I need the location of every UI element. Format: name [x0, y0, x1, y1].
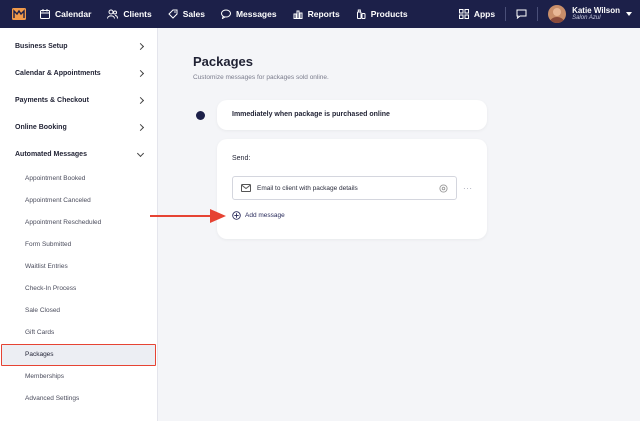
chevron-down-icon [136, 149, 145, 157]
settings-sidebar: Business Setup Calendar & Appointments P… [0, 28, 158, 421]
nav-reports-label: Reports [307, 9, 340, 19]
chat-icon[interactable] [516, 9, 527, 19]
sidebar-section-online-booking[interactable]: Online Booking [15, 123, 145, 132]
sidebar-item-appointment-booked[interactable]: Appointment Booked [25, 175, 85, 182]
nav-messages-label: Messages [235, 9, 277, 19]
user-name: Katie Wilson [572, 5, 620, 15]
chevron-right-icon [136, 42, 145, 51]
sidebar-section-label: Online Booking [15, 124, 67, 131]
apps-label: Apps [473, 9, 496, 19]
chevron-right-icon [136, 69, 145, 78]
logo-icon[interactable] [12, 8, 26, 20]
nav-sales[interactable]: Sales [168, 0, 205, 28]
add-message-label: Add message [245, 212, 285, 219]
trigger-text: Immediately when package is purchased on… [232, 111, 390, 118]
chart-icon [293, 10, 303, 19]
nav-divider [537, 7, 539, 21]
nav-clients-label: Clients [123, 9, 152, 19]
send-label: Send: [232, 155, 251, 162]
page-subtitle: Customize messages for packages sold onl… [193, 74, 329, 81]
trigger-card: Immediately when package is purchased on… [217, 100, 487, 130]
sidebar-section-calendar-appointments[interactable]: Calendar & Appointments [15, 69, 145, 78]
sidebar-item-advanced-settings[interactable]: Advanced Settings [25, 395, 79, 402]
message-template-field[interactable]: Email to client with package details [232, 176, 457, 200]
gear-icon[interactable] [439, 183, 448, 193]
message-template-label: Email to client with package details [257, 184, 358, 192]
sidebar-item-waitlist-entries[interactable]: Waitlist Entries [25, 263, 68, 270]
nav-sales-label: Sales [182, 9, 205, 19]
sidebar-item-appointment-canceled[interactable]: Appointment Canceled [25, 197, 91, 204]
add-message-button[interactable]: Add message [232, 211, 285, 220]
more-options-icon[interactable]: ··· [463, 184, 473, 193]
sidebar-item-sale-closed[interactable]: Sale Closed [25, 307, 60, 314]
avatar [548, 5, 567, 23]
chevron-right-icon [136, 123, 145, 132]
sidebar-section-label: Calendar & Appointments [15, 70, 101, 77]
sidebar-item-memberships[interactable]: Memberships [25, 373, 64, 380]
sidebar-item-form-submitted[interactable]: Form Submitted [25, 241, 71, 248]
sidebar-item-check-in-process[interactable]: Check-In Process [25, 285, 76, 292]
nav-calendar-label: Calendar [55, 9, 92, 19]
annotation-arrow-icon [150, 209, 226, 223]
nav-reports[interactable]: Reports [293, 0, 340, 28]
send-card: Send: Email to client with package detai… [217, 139, 487, 239]
nav-divider [505, 7, 507, 21]
users-icon [107, 9, 119, 19]
apps-button[interactable]: Apps [458, 9, 496, 19]
bottle-icon [356, 9, 366, 19]
sidebar-item-label: Packages [25, 351, 54, 358]
top-navigation: Calendar Clients Sales Messages Reports … [0, 0, 640, 28]
message-icon [220, 9, 231, 19]
sidebar-section-business-setup[interactable]: Business Setup [15, 42, 145, 51]
sidebar-section-label: Automated Messages [15, 151, 87, 158]
nav-products[interactable]: Products [356, 0, 408, 28]
user-business: Salon Azul [572, 15, 601, 22]
sidebar-section-payments-checkout[interactable]: Payments & Checkout [15, 96, 145, 105]
nav-messages[interactable]: Messages [220, 0, 277, 28]
sidebar-item-packages[interactable]: Packages [1, 344, 156, 366]
user-menu[interactable]: Katie Wilson Salon Azul [548, 5, 632, 23]
timeline-dot [196, 111, 205, 120]
grid-icon [458, 9, 469, 19]
caret-down-icon [626, 12, 632, 16]
nav-products-label: Products [370, 9, 408, 19]
calendar-icon [40, 9, 50, 19]
nav-calendar[interactable]: Calendar [40, 0, 91, 28]
tag-icon [168, 9, 178, 19]
page-title: Packages [193, 54, 253, 69]
sidebar-item-gift-cards[interactable]: Gift Cards [25, 329, 54, 336]
plus-circle-icon [232, 211, 241, 220]
mail-icon [241, 184, 251, 192]
chevron-right-icon [136, 96, 145, 105]
sidebar-section-automated-messages[interactable]: Automated Messages [15, 149, 145, 158]
sidebar-section-label: Payments & Checkout [15, 97, 89, 104]
sidebar-section-label: Business Setup [15, 43, 68, 50]
sidebar-item-appointment-rescheduled[interactable]: Appointment Rescheduled [25, 219, 101, 226]
nav-clients[interactable]: Clients [107, 0, 152, 28]
